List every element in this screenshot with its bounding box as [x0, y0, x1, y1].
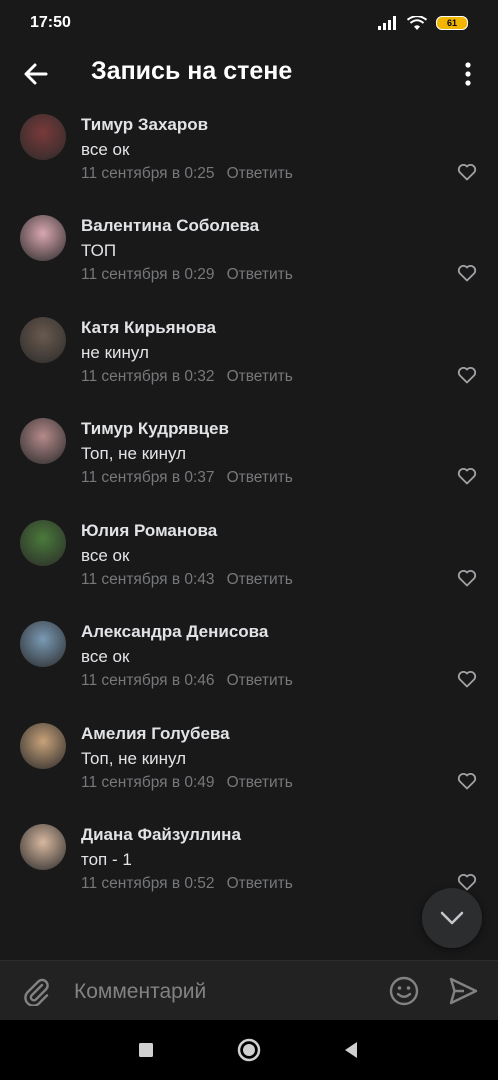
comment-item[interactable]: Амелия Голубева Топ, не кинул 11 сентября …	[0, 720, 498, 822]
avatar[interactable]	[20, 316, 66, 363]
reply-button[interactable]: Ответить	[227, 875, 293, 892]
heart-icon[interactable]	[457, 467, 477, 485]
chevron-down-icon	[440, 911, 464, 925]
avatar[interactable]	[20, 418, 66, 464]
reply-button[interactable]: Ответить	[227, 165, 293, 182]
page-title: Запись на стене	[91, 57, 293, 85]
reply-button[interactable]: Ответить	[227, 774, 293, 791]
square-icon[interactable]	[138, 1042, 154, 1058]
comment-meta: 11 сентября в 0:49 Ответить	[81, 774, 293, 792]
comment-text: ТОП	[81, 241, 117, 260]
avatar[interactable]	[20, 215, 66, 261]
reply-button[interactable]: Ответить	[227, 672, 293, 689]
comment-date: 11 сентября в 0:25	[81, 164, 215, 182]
comment-text: Топ, не кинул	[81, 748, 187, 768]
avatar[interactable]	[20, 113, 66, 160]
comment-meta: 11 сентября в 0:25 Ответить	[81, 165, 293, 183]
status-time: 17:50	[30, 14, 71, 31]
comment-author[interactable]: Александра Денисова	[81, 622, 268, 642]
avatar[interactable]	[20, 722, 66, 769]
comments-feed[interactable]: Хороший чел не кид11 сентября в 0:24Отве…	[0, 100, 498, 960]
header: Запись на стене	[0, 46, 498, 100]
smile-icon[interactable]	[389, 976, 419, 1006]
comment-text: все ок	[81, 647, 130, 666]
battery-icon: 61	[436, 16, 468, 30]
heart-icon[interactable]	[457, 772, 477, 790]
comment-date: 11 сентября в 0:49	[81, 773, 215, 791]
comment-item[interactable]: Юлия Романова все ок 11 сентября в 0:43 Отв…	[0, 517, 498, 619]
heart-icon[interactable]	[457, 569, 477, 587]
comment-text: не кинул	[81, 342, 149, 362]
heart-icon[interactable]	[457, 670, 477, 688]
comment-text: топ - 1	[81, 850, 132, 869]
heart-icon[interactable]	[457, 366, 477, 384]
paperclip-icon[interactable]	[22, 976, 50, 1006]
status-bar: 17:50 61	[0, 0, 498, 46]
comment-meta: 11 сентября в 0:52 Ответить	[81, 875, 293, 893]
signal-icon	[378, 16, 396, 30]
arrow-left-icon[interactable]	[22, 60, 50, 88]
comment-meta: 11 сентября в 0:46 Ответить	[81, 672, 293, 690]
reply-button[interactable]: Ответить	[227, 266, 293, 283]
scroll-down-button[interactable]	[422, 888, 482, 948]
reply-button[interactable]: Ответить	[227, 469, 293, 486]
avatar[interactable]	[20, 824, 66, 870]
avatar[interactable]	[20, 621, 66, 667]
status-icons: 61	[378, 15, 468, 31]
send-icon[interactable]	[448, 976, 478, 1006]
comment-author[interactable]: Амелия Голубева	[81, 724, 230, 744]
reply-button[interactable]: Ответить	[227, 368, 293, 385]
system-navbar	[0, 1020, 498, 1080]
comment-text: Топ, не кинул	[81, 444, 187, 463]
comment-date: 11 сентября в 0:29	[81, 266, 215, 283]
comment-item[interactable]: Тимур Захаров все ок 11 сентября в 0:25 Отв…	[0, 111, 498, 213]
comment-text: все ок	[81, 139, 130, 159]
comment-author[interactable]: Юлия Романова	[81, 521, 217, 541]
comment-date: 11 сентября в 0:43	[81, 570, 215, 588]
comment-date: 11 сентября в 0:37	[81, 469, 215, 486]
comment-meta: 11 сентября в 0:43 Ответить	[81, 571, 293, 589]
comment-author[interactable]: Тимур Захаров	[81, 115, 208, 135]
comment-item[interactable]: Тимур Кудрявцев Топ, не кинул 11 сентября …	[0, 415, 498, 517]
comment-author[interactable]: Диана Файзуллина	[81, 825, 241, 845]
reply-button[interactable]: Ответить	[227, 571, 293, 588]
comment-meta: 11 сентября в 0:37 Ответить	[81, 469, 293, 487]
comment-date: 11 сентября в 0:46	[81, 672, 215, 689]
comment-date: 11 сентября в 0:52	[81, 875, 215, 892]
comment-author[interactable]: Тимур Кудрявцев	[81, 419, 229, 439]
heart-icon[interactable]	[457, 163, 477, 181]
comment-text: все ок	[81, 545, 130, 565]
comment-date: 11 сентября в 0:32	[81, 367, 215, 385]
comment-item[interactable]: Александра Денисова все ок 11 сентября в 0…	[0, 618, 498, 720]
comment-meta: 11 сентября в 0:32 Ответить	[81, 368, 293, 386]
comment-item[interactable]: Катя Кирьянова не кинул 11 сентября в 0:32…	[0, 314, 498, 416]
wifi-icon	[407, 15, 427, 30]
comment-author[interactable]: Катя Кирьянова	[81, 318, 216, 338]
avatar[interactable]	[20, 519, 66, 566]
comment-item[interactable]: Валентина Соболева ТОП 11 сентября в 0:29 О…	[0, 212, 498, 314]
heart-icon[interactable]	[457, 264, 477, 282]
comment-author[interactable]: Валентина Соболева	[81, 216, 259, 236]
comment-input[interactable]	[72, 975, 376, 1009]
triangle-back-icon[interactable]	[343, 1041, 359, 1059]
circle-icon[interactable]	[237, 1038, 261, 1062]
comment-composer	[0, 960, 498, 1020]
more-vertical-icon[interactable]	[458, 60, 478, 88]
comment-meta: 11 сентября в 0:29 Ответить	[81, 266, 293, 284]
comment-item[interactable]: Хороший чел не кид11 сентября в 0:24Отве…	[0, 100, 498, 111]
